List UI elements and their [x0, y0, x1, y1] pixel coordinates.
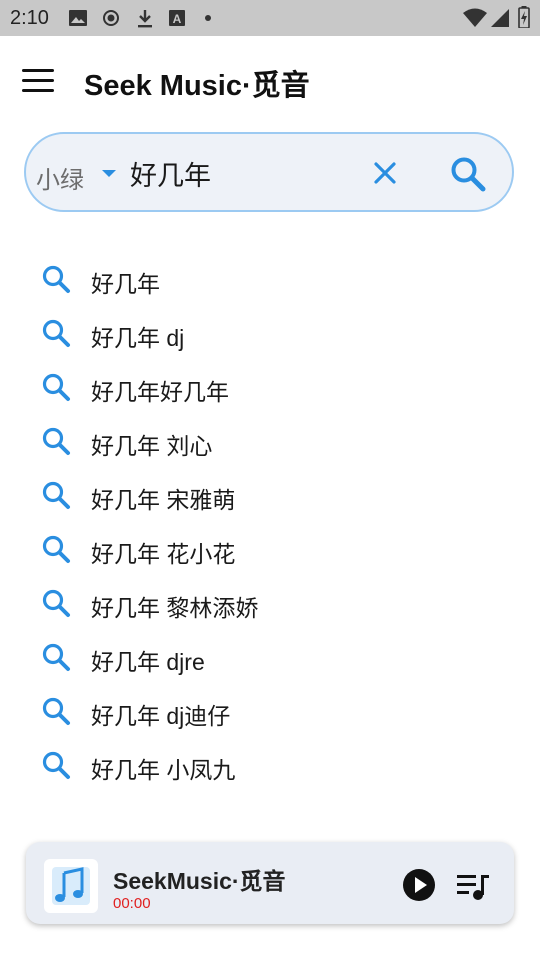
menu-button[interactable] [14, 58, 62, 102]
suggestion-item[interactable]: 好几年 黎林添娇 [30, 578, 510, 628]
suggestion-item[interactable]: 好几年 刘心 [30, 416, 510, 466]
image-icon [69, 10, 87, 26]
play-icon[interactable] [402, 868, 436, 902]
suggestion-item[interactable]: 好几年 [30, 254, 510, 304]
status-bar: 2:10 A [0, 0, 540, 36]
playlist-icon[interactable] [456, 872, 490, 902]
wifi-icon [463, 8, 487, 27]
search-icon [42, 697, 70, 725]
suggestion-item[interactable]: 好几年 小凤九 [30, 740, 510, 790]
suggestion-text: 好几年 djre [91, 649, 205, 675]
search-bar: 小绿 [24, 132, 514, 212]
suggestion-item[interactable]: 好几年 花小花 [30, 524, 510, 574]
caret-down-icon [102, 170, 116, 177]
dot-icon [205, 15, 211, 21]
download-icon [138, 10, 152, 28]
suggestion-item[interactable]: 好几年好几年 [30, 362, 510, 412]
font-icon: A [169, 10, 185, 26]
search-icon [42, 427, 70, 455]
player-time: 00:00 [113, 895, 151, 912]
source-label: 小绿 [36, 167, 84, 194]
battery-icon [518, 6, 530, 28]
suggestion-item[interactable]: 好几年 djre [30, 632, 510, 682]
search-icon [42, 535, 70, 563]
svg-text:A: A [173, 12, 182, 26]
signal-icon [491, 9, 509, 27]
app-title: Seek Music·觅音 [84, 70, 310, 102]
hamburger-menu-icon [22, 69, 54, 72]
suggestion-text: 好几年 宋雅萌 [91, 487, 236, 513]
suggestion-text: 好几年 dj [91, 325, 185, 351]
suggestion-text: 好几年 [91, 271, 160, 297]
search-icon [42, 589, 70, 617]
search-icon[interactable] [448, 154, 488, 194]
suggestion-text: 好几年好几年 [91, 379, 229, 405]
suggestion-text: 好几年 花小花 [91, 541, 236, 567]
suggestion-text: 好几年 dj迪仔 [91, 703, 231, 729]
suggestion-item[interactable]: 好几年 dj迪仔 [30, 686, 510, 736]
suggestion-item[interactable]: 好几年 dj [30, 308, 510, 358]
mini-player[interactable]: SeekMusic·觅音 00:00 [26, 842, 514, 924]
menu-line [22, 79, 54, 82]
suggestion-item[interactable]: 好几年 宋雅萌 [30, 470, 510, 520]
status-time: 2:10 [10, 7, 49, 29]
record-icon [103, 10, 119, 26]
search-icon [42, 265, 70, 293]
search-icon [42, 751, 70, 779]
search-icon [42, 373, 70, 401]
menu-line [22, 89, 54, 92]
search-icon [42, 643, 70, 671]
search-icon [42, 481, 70, 509]
search-icon [42, 319, 70, 347]
player-title: SeekMusic·觅音 [113, 868, 286, 894]
app-bar: Seek Music·觅音 [0, 36, 540, 126]
suggestion-text: 好几年 黎林添娇 [91, 595, 259, 621]
album-cover [44, 859, 98, 913]
suggestion-text: 好几年 小凤九 [91, 757, 236, 783]
close-icon[interactable] [368, 156, 402, 190]
search-input[interactable] [130, 152, 350, 194]
music-note-icon [52, 867, 90, 905]
suggestion-text: 好几年 刘心 [91, 433, 213, 459]
